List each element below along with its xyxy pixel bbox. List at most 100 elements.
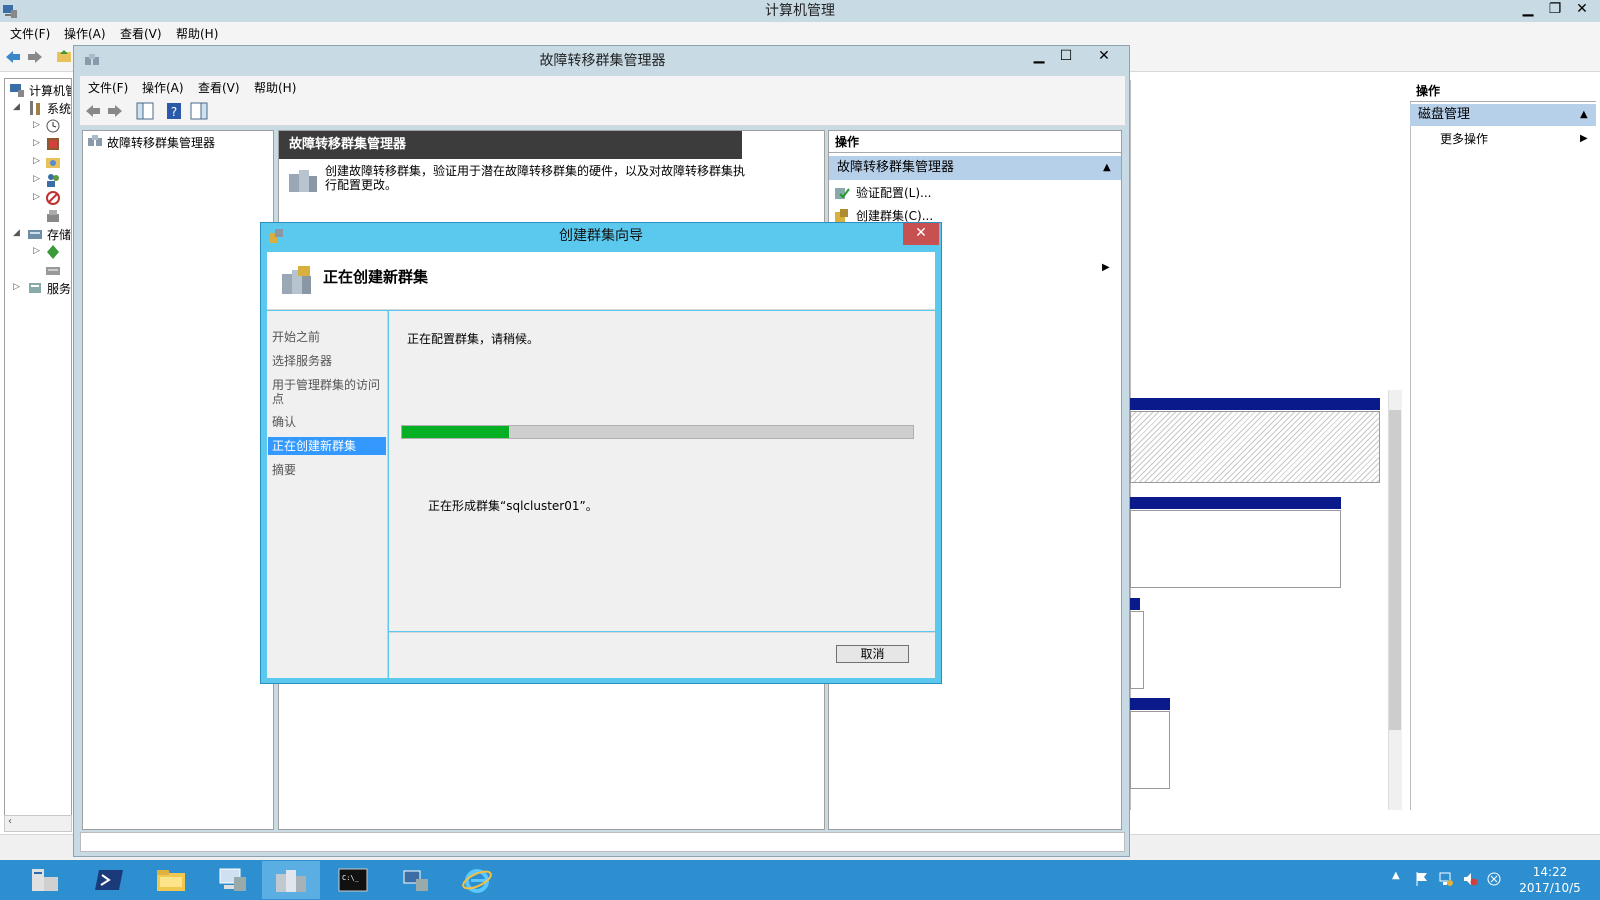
disk-volume-header bbox=[1130, 497, 1341, 509]
tree-label: 存储 bbox=[47, 228, 72, 242]
disk-partition-box[interactable] bbox=[1130, 711, 1170, 789]
disk-partition-box[interactable] bbox=[1130, 611, 1144, 689]
fcm-description: 创建故障转移群集，验证用于潜在故障转移群集的硬件，以及对故障转移群集执行配置更改… bbox=[325, 164, 746, 192]
wizard-progress-message: 正在形成群集“sqlcluster01”。 bbox=[428, 499, 598, 513]
wizard-close-button[interactable]: ✕ bbox=[903, 223, 939, 245]
expand-arrow-icon[interactable]: ▷ bbox=[33, 156, 40, 166]
fcm-menubar: 文件(F) 操作(A) 查看(V) 帮助(H) bbox=[80, 76, 1125, 98]
fcm-menu-action[interactable]: 操作(A) bbox=[142, 79, 184, 96]
fcm-actions-header: 操作 bbox=[829, 131, 1121, 153]
fcm-menu-view[interactable]: 查看(V) bbox=[198, 79, 240, 96]
expand-arrow-icon[interactable]: ▷ bbox=[33, 138, 40, 148]
cm-menu-file[interactable]: 文件(F) bbox=[10, 25, 50, 42]
network-icon[interactable] bbox=[1438, 871, 1454, 887]
cm-close-button[interactable]: ✕ bbox=[1568, 0, 1596, 20]
cm-actions-header: 操作 bbox=[1410, 80, 1596, 102]
cm-actions-section-disk-management[interactable]: 磁盘管理 ▲ bbox=[1410, 104, 1596, 126]
cluster-manager-icon bbox=[276, 870, 306, 892]
wizard-page-title: 正在创建新群集 bbox=[323, 268, 429, 286]
fcm-close-button[interactable]: ✕ bbox=[1087, 47, 1121, 67]
server-manager-icon bbox=[32, 869, 58, 891]
taskbar-powershell[interactable] bbox=[80, 861, 138, 899]
fcm-maximize-button[interactable]: ☐ bbox=[1052, 47, 1080, 67]
cm-window-title: 计算机管理 bbox=[765, 3, 835, 19]
folder-icon bbox=[157, 870, 185, 891]
collapse-up-icon[interactable]: ▲ bbox=[1103, 156, 1111, 180]
services-icon bbox=[29, 283, 41, 293]
disk-vscroll-thumb[interactable] bbox=[1389, 410, 1401, 730]
cm-minimize-button[interactable]: ▁ bbox=[1514, 0, 1542, 20]
tree-label: 故障转移群集管理器 bbox=[107, 136, 216, 150]
taskbar-computer-management[interactable] bbox=[204, 861, 262, 899]
collapse-up-icon[interactable]: ▲ bbox=[1580, 104, 1588, 126]
cm-restore-button[interactable]: ❐ bbox=[1541, 0, 1569, 20]
collapse-arrow-icon[interactable]: ◢ bbox=[13, 228, 20, 238]
cm-menu-view[interactable]: 查看(V) bbox=[120, 25, 162, 42]
flag-icon[interactable] bbox=[1414, 871, 1430, 887]
computer-management-icon bbox=[219, 868, 246, 891]
clock-icon bbox=[46, 119, 60, 133]
command-prompt-icon: C:\_ bbox=[338, 868, 368, 892]
action-label: 验证配置(L)... bbox=[856, 186, 932, 200]
wizard-step: 选择服务器 bbox=[272, 354, 333, 368]
taskbar-network-app[interactable] bbox=[386, 861, 444, 899]
cm-tree-hscrollbar[interactable]: ‹ bbox=[4, 815, 72, 832]
fcm-menu-file[interactable]: 文件(F) bbox=[88, 79, 128, 96]
help-icon[interactable]: ? bbox=[166, 102, 182, 120]
action-validate-configuration[interactable]: 验证配置(L)... bbox=[835, 183, 932, 203]
forward-arrow-icon[interactable] bbox=[26, 49, 44, 65]
cm-titlebar: 计算机管理 bbox=[0, 0, 1600, 22]
disconnected-icon[interactable] bbox=[1486, 871, 1502, 887]
event-viewer-icon bbox=[47, 138, 59, 150]
fcm-actions-section[interactable]: 故障转移群集管理器 ▲ bbox=[829, 156, 1121, 180]
cancel-button[interactable]: 取消 bbox=[836, 645, 909, 663]
fcm-center-heading: 故障转移群集管理器 bbox=[279, 131, 742, 159]
submenu-arrow-icon: ▶ bbox=[1580, 133, 1588, 144]
back-arrow-icon[interactable] bbox=[84, 103, 102, 119]
cm-more-actions[interactable]: 更多操作 ▶ bbox=[1440, 130, 1590, 148]
cm-tree-pane: 计算机管 ◢ 系统 ▷ ▷ ▷ ▷ ▷ ◢ 存储 ▷ ▷ 服务 bbox=[4, 78, 72, 820]
wizard-status-text: 正在配置群集，请稍候。 bbox=[407, 332, 540, 346]
cm-menu-action[interactable]: 操作(A) bbox=[64, 25, 106, 42]
back-arrow-icon[interactable] bbox=[4, 49, 22, 65]
show-hide-tree-icon[interactable] bbox=[136, 102, 154, 120]
taskbar-server-manager[interactable] bbox=[16, 861, 74, 899]
wizard-step: 确认 bbox=[272, 415, 297, 429]
section-label: 磁盘管理 bbox=[1418, 107, 1471, 122]
taskbar-internet-explorer[interactable] bbox=[448, 861, 506, 899]
show-hide-action-pane-icon[interactable] bbox=[190, 102, 208, 120]
disk-partition-box[interactable] bbox=[1130, 510, 1341, 588]
disk-volume-header bbox=[1130, 398, 1380, 410]
tree-label: 计算机管 bbox=[29, 84, 71, 98]
tray-overflow-icon[interactable]: ▲ bbox=[1392, 870, 1400, 881]
volume-muted-icon[interactable] bbox=[1462, 871, 1478, 887]
network-computer-icon bbox=[403, 870, 428, 891]
progress-fill bbox=[402, 426, 509, 438]
taskbar-command-prompt[interactable]: C:\_ bbox=[324, 861, 382, 899]
backup-icon bbox=[47, 245, 59, 259]
expand-arrow-icon[interactable]: ▷ bbox=[33, 192, 40, 202]
expand-arrow-icon[interactable]: ▷ bbox=[13, 282, 20, 292]
forward-arrow-icon[interactable] bbox=[106, 103, 124, 119]
svg-text:?: ? bbox=[171, 105, 177, 119]
taskbar-failover-cluster-manager[interactable] bbox=[262, 861, 320, 899]
wizard-step: 用于管理群集的访问点 bbox=[272, 378, 381, 406]
performance-icon bbox=[46, 191, 60, 205]
cluster-icon bbox=[88, 135, 102, 146]
cm-menu-help[interactable]: 帮助(H) bbox=[176, 25, 218, 42]
disk-unallocated-region[interactable] bbox=[1130, 411, 1380, 483]
cluster-servers-icon bbox=[289, 170, 317, 192]
up-folder-icon[interactable] bbox=[56, 48, 72, 64]
collapse-arrow-icon[interactable]: ◢ bbox=[13, 102, 20, 112]
scroll-left-icon[interactable]: ‹ bbox=[8, 816, 12, 827]
expand-arrow-icon[interactable]: ▷ bbox=[33, 174, 40, 184]
expand-arrow-icon[interactable]: ▷ bbox=[33, 120, 40, 130]
fcm-menu-help[interactable]: 帮助(H) bbox=[254, 79, 296, 96]
tray-clock[interactable]: 14:22 2017/10/5 bbox=[1510, 864, 1590, 896]
expand-arrow-icon[interactable]: ▷ bbox=[33, 246, 40, 256]
fcm-minimize-button[interactable]: ▁ bbox=[1025, 47, 1053, 67]
taskbar-file-explorer[interactable] bbox=[142, 861, 200, 899]
svg-text:C:\_: C:\_ bbox=[342, 874, 360, 882]
fcm-tree-pane: 故障转移群集管理器 bbox=[82, 130, 274, 830]
disk-volume-header bbox=[1130, 698, 1170, 710]
